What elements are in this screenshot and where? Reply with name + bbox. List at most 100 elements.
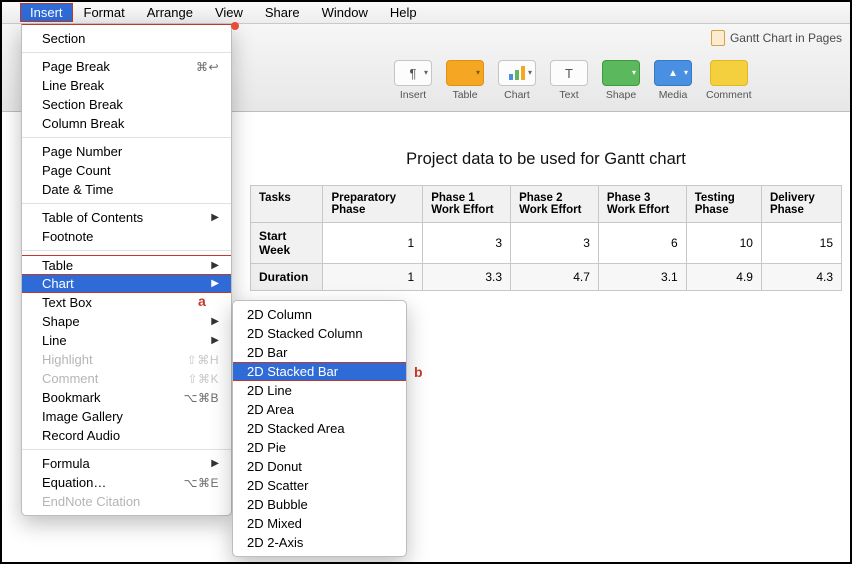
column-header: Phase 3 Work Effort: [598, 186, 686, 223]
menu-shortcut: ⌥⌘B: [184, 391, 219, 405]
chart-type-2d-mixed[interactable]: 2D Mixed: [233, 514, 406, 533]
menu-item-footnote[interactable]: Footnote: [22, 227, 231, 246]
menu-item-section-break[interactable]: Section Break: [22, 95, 231, 114]
chart-type-2d-2-axis[interactable]: 2D 2-Axis: [233, 533, 406, 552]
chart-type-2d-area[interactable]: 2D Area: [233, 400, 406, 419]
menu-item-label: Shape: [42, 314, 80, 329]
chart-type-2d-line[interactable]: 2D Line: [233, 381, 406, 400]
menu-item-page-count[interactable]: Page Count: [22, 161, 231, 180]
chart-type-2d-stacked-column[interactable]: 2D Stacked Column: [233, 324, 406, 343]
menu-item-chart[interactable]: Chart ▶: [22, 274, 231, 293]
chart-type-2d-donut[interactable]: 2D Donut: [233, 457, 406, 476]
shape-icon: ▾: [602, 60, 640, 86]
chart-type-2d-column[interactable]: 2D Column: [233, 305, 406, 324]
submenu-arrow-icon: ▶: [211, 316, 219, 327]
menu-item-label: Page Break: [42, 59, 110, 74]
menu-item-equation-[interactable]: Equation…⌥⌘E: [22, 473, 231, 492]
menu-shortcut: ⇧⌘K: [187, 372, 219, 386]
menu-item-highlight: Highlight⇧⌘H: [22, 350, 231, 369]
column-header: Phase 1 Work Effort: [423, 186, 511, 223]
table-cell: 3: [423, 223, 511, 264]
window-title-row: Gantt Chart in Pages: [711, 30, 842, 46]
menu-item-label: Chart: [42, 276, 74, 291]
menu-item-label: Page Count: [42, 163, 111, 178]
menu-item-label: Highlight: [42, 352, 93, 367]
menu-help[interactable]: Help: [379, 3, 428, 22]
toolbar-table-button[interactable]: ▾Table: [446, 60, 484, 101]
submenu-arrow-icon: ▶: [211, 278, 219, 289]
menu-item-label: Page Number: [42, 144, 122, 159]
menu-item-label: EndNote Citation: [42, 494, 140, 509]
submenu-arrow-icon: ▶: [211, 212, 219, 223]
menu-view[interactable]: View: [204, 3, 254, 22]
chart-type-2d-stacked-area[interactable]: 2D Stacked Area: [233, 419, 406, 438]
menu-item-page-break[interactable]: Page Break ⌘↩: [22, 57, 231, 76]
toolbar-label: Text: [559, 89, 578, 101]
menu-item-record-audio[interactable]: Record Audio: [22, 426, 231, 445]
menu-separator: [22, 203, 231, 204]
menu-item-section[interactable]: Section: [22, 29, 231, 48]
menu-item-line-break[interactable]: Line Break: [22, 76, 231, 95]
menu-item-label: Formula: [42, 456, 90, 471]
menubar: InsertFormatArrangeViewShareWindowHelp: [2, 2, 850, 24]
chart-type-2d-scatter[interactable]: 2D Scatter: [233, 476, 406, 495]
chart-icon: ▾: [498, 60, 536, 86]
toolbar-media-button[interactable]: ▲▾Media: [654, 60, 692, 101]
menu-item-line[interactable]: Line▶: [22, 331, 231, 350]
table-cell: 15: [761, 223, 841, 264]
menu-shortcut: ⌘↩: [196, 60, 219, 74]
menu-item-label: Image Gallery: [42, 409, 123, 424]
comment-icon: [710, 60, 748, 86]
chart-type-2d-bubble[interactable]: 2D Bubble: [233, 495, 406, 514]
menu-item-image-gallery[interactable]: Image Gallery: [22, 407, 231, 426]
menu-share[interactable]: Share: [254, 3, 311, 22]
chart-type-2d-bar[interactable]: 2D Bar: [233, 343, 406, 362]
annotation-label-a: a: [198, 293, 206, 309]
menu-arrange[interactable]: Arrange: [136, 3, 204, 22]
menu-item-label: Text Box: [42, 295, 92, 310]
chart-type-2d-pie[interactable]: 2D Pie: [233, 438, 406, 457]
toolbar-insert-button[interactable]: ¶▾Insert: [394, 60, 432, 101]
menu-item-label: Equation…: [42, 475, 106, 490]
column-header: Testing Phase: [686, 186, 761, 223]
menu-item-table-of-contents[interactable]: Table of Contents▶: [22, 208, 231, 227]
menu-item-formula[interactable]: Formula ▶: [22, 454, 231, 473]
menu-item-shape[interactable]: Shape ▶: [22, 312, 231, 331]
table-cell: 6: [598, 223, 686, 264]
media-icon: ▲▾: [654, 60, 692, 86]
menu-item-label: Table: [42, 258, 73, 273]
toolbar-buttons: ¶▾Insert ▾Table ▾Chart TText ▾ Shape ▲▾Media Co…: [394, 60, 752, 101]
toolbar-label: Shape: [606, 89, 636, 101]
table-cell: 4.7: [511, 264, 599, 291]
column-header: Preparatory Phase: [323, 186, 423, 223]
menu-item-page-number[interactable]: Page Number: [22, 142, 231, 161]
menu-format[interactable]: Format: [73, 3, 136, 22]
toolbar-text-button[interactable]: TText: [550, 60, 588, 101]
menu-item-comment: Comment⇧⌘K: [22, 369, 231, 388]
window-title: Gantt Chart in Pages: [730, 31, 842, 45]
table-cell: 4.9: [686, 264, 761, 291]
toolbar-chart-button[interactable]: ▾Chart: [498, 60, 536, 101]
table-cell: 1: [323, 223, 423, 264]
table-header-row: TasksPreparatory PhasePhase 1 Work Effor…: [251, 186, 842, 223]
menu-item-date-time[interactable]: Date & Time: [22, 180, 231, 199]
toolbar-label: Insert: [400, 89, 426, 101]
submenu-arrow-icon: ▶: [211, 458, 219, 469]
toolbar-label: Comment: [706, 89, 752, 101]
menu-item-bookmark[interactable]: Bookmark⌥⌘B: [22, 388, 231, 407]
menu-item-label: Line Break: [42, 78, 104, 93]
menu-insert[interactable]: Insert: [20, 3, 73, 22]
menu-window[interactable]: Window: [311, 3, 379, 22]
chart-submenu: 2D Column2D Stacked Column2D Bar2D Stack…: [232, 300, 407, 557]
menu-item-label: Date & Time: [42, 182, 114, 197]
table-cell: 3.1: [598, 264, 686, 291]
toolbar-shape-button[interactable]: ▾ Shape: [602, 60, 640, 101]
table-cell: 3.3: [423, 264, 511, 291]
chart-type-2d-stacked-bar[interactable]: 2D Stacked Bar: [233, 362, 406, 381]
toolbar-comment-button[interactable]: Comment: [706, 60, 752, 101]
menu-separator: [22, 52, 231, 53]
table-cell: 3: [511, 223, 599, 264]
table-cell: 1: [323, 264, 423, 291]
menu-item-column-break[interactable]: Column Break: [22, 114, 231, 133]
menu-item-table[interactable]: Table▶: [22, 255, 231, 274]
